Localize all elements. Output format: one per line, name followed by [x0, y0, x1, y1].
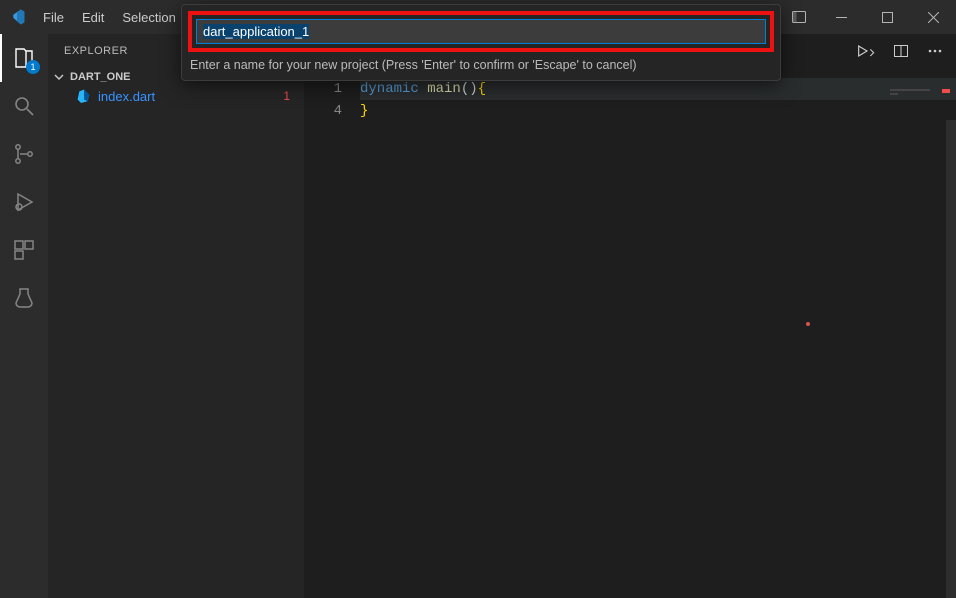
- code-editor[interactable]: 1 4 dynamic main(){ }: [304, 78, 956, 598]
- toggle-sidebar-icon[interactable]: [780, 0, 818, 34]
- dart-file-icon: [76, 88, 92, 104]
- activity-extensions[interactable]: [0, 226, 48, 274]
- run-action-button[interactable]: [854, 38, 880, 64]
- line-number: 4: [304, 100, 342, 122]
- editor-scrollbar[interactable]: [946, 120, 956, 598]
- activity-explorer[interactable]: 1: [0, 34, 48, 82]
- menu-bar: File Edit Selection: [34, 0, 185, 34]
- explorer-sidebar: EXPLORER DART_ONE index.dart 1: [48, 34, 304, 598]
- project-name-input[interactable]: [196, 19, 766, 44]
- chevron-down-icon: [52, 70, 66, 84]
- activity-run-debug[interactable]: [0, 178, 48, 226]
- quick-input-dialog: Enter a name for your new project (Press…: [181, 4, 781, 81]
- window-minimize-icon[interactable]: [818, 0, 864, 34]
- code-line[interactable]: }: [360, 100, 956, 122]
- file-problem-count: 1: [283, 89, 290, 103]
- menu-edit[interactable]: Edit: [73, 0, 113, 34]
- quick-input-hint: Enter a name for your new project (Press…: [188, 52, 774, 74]
- more-actions-button[interactable]: [922, 38, 948, 64]
- minimap[interactable]: [890, 89, 950, 99]
- editor-actions: [854, 38, 948, 64]
- activity-badge: 1: [26, 60, 40, 74]
- activity-source-control[interactable]: [0, 130, 48, 178]
- line-number: 1: [304, 78, 342, 100]
- menu-selection[interactable]: Selection: [113, 0, 184, 34]
- code-content[interactable]: dynamic main(){ }: [360, 78, 956, 598]
- activity-search[interactable]: [0, 82, 48, 130]
- minimap-error-marker: [942, 89, 950, 93]
- main-area: 1 EXPLORER DART_ONE ind: [0, 34, 956, 598]
- sidebar-folder-name: DART_ONE: [70, 71, 131, 83]
- editor-area: index.dart main 1 4 dynamic main(){ }: [304, 34, 956, 598]
- highlighted-input-frame: [188, 11, 774, 52]
- split-editor-button[interactable]: [888, 38, 914, 64]
- titlebar-left: File Edit Selection: [0, 0, 185, 34]
- window-maximize-icon[interactable]: [864, 0, 910, 34]
- activity-testing[interactable]: [0, 274, 48, 322]
- file-item-index-dart[interactable]: index.dart 1: [48, 86, 304, 106]
- activity-bar: 1: [0, 34, 48, 598]
- code-line[interactable]: dynamic main(){: [360, 78, 956, 100]
- line-gutter: 1 4: [304, 78, 360, 598]
- window-close-icon[interactable]: [910, 0, 956, 34]
- cursor-dot-icon: [806, 322, 810, 326]
- vscode-logo-icon: [0, 8, 34, 26]
- menu-file[interactable]: File: [34, 0, 73, 34]
- file-item-label: index.dart: [98, 89, 155, 104]
